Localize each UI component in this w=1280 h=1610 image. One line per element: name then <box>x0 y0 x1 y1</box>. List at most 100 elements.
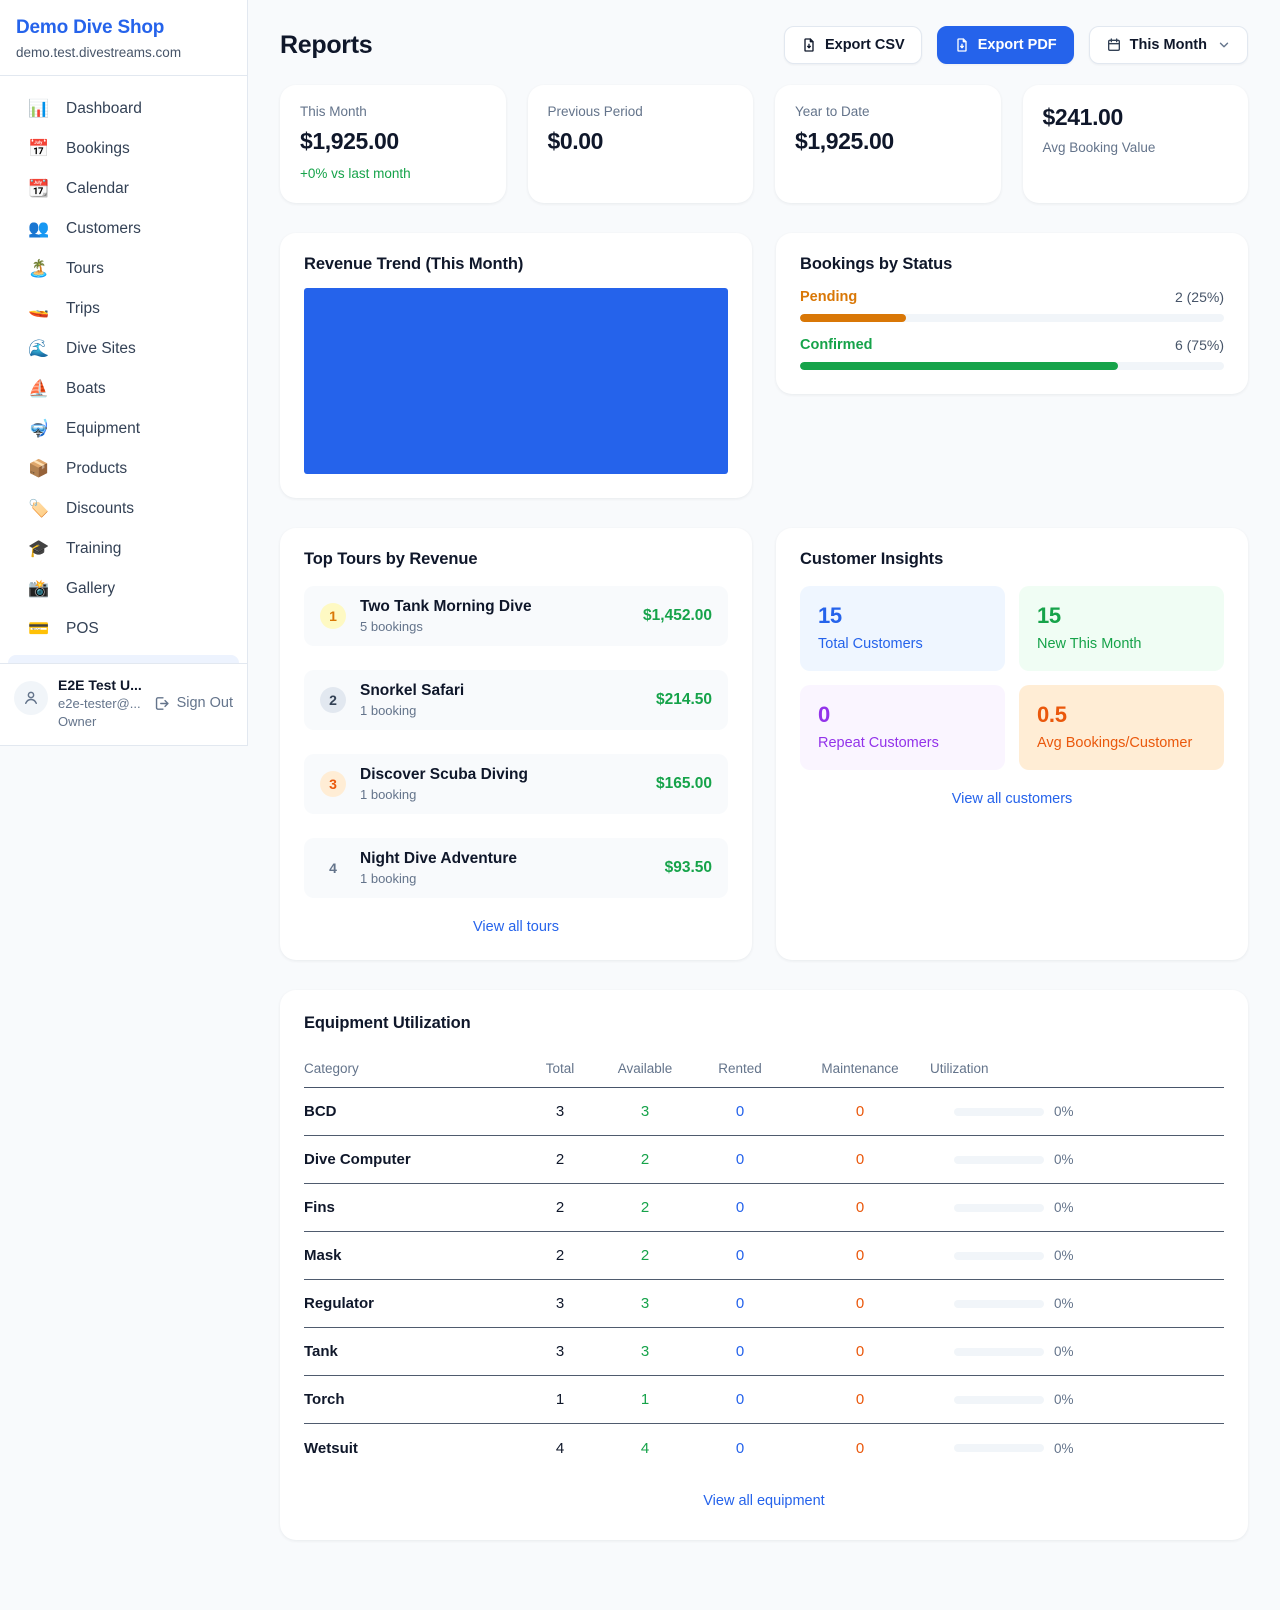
sidebar-item-discounts[interactable]: 🏷️Discounts <box>8 489 239 529</box>
export-pdf-label: Export PDF <box>978 37 1057 53</box>
discounts-icon: 🏷️ <box>28 499 50 519</box>
sign-out-label: Sign Out <box>177 695 233 711</box>
sidebar-item-label: Dashboard <box>66 100 142 118</box>
sidebar-item-tours[interactable]: 🏝️Tours <box>8 249 239 289</box>
customers-icon: 👥 <box>28 219 50 239</box>
status-row-confirmed: Confirmed6 (75%) <box>800 337 1224 370</box>
period-dropdown[interactable]: This Month <box>1089 26 1248 64</box>
sidebar-item-equipment[interactable]: 🤿Equipment <box>8 409 239 449</box>
cell-utilization: 0% <box>930 1392 1224 1407</box>
cell-maintenance: 0 <box>790 1199 930 1216</box>
sidebar-item-label: Gallery <box>66 580 115 598</box>
sidebar-item-dive-sites[interactable]: 🌊Dive Sites <box>8 329 239 369</box>
cell-rented: 0 <box>690 1103 790 1120</box>
table-row: Tank33000% <box>304 1328 1224 1376</box>
page-title: Reports <box>280 31 372 60</box>
cell-available: 3 <box>600 1103 690 1120</box>
cell-maintenance: 0 <box>790 1440 930 1457</box>
bookings-by-status-title: Bookings by Status <box>800 255 1224 274</box>
utilization-track <box>954 1108 1044 1116</box>
insight-label: Repeat Customers <box>818 735 987 751</box>
stat-delta: +0% vs last month <box>300 166 486 181</box>
user-name: E2E Test U... <box>58 677 142 693</box>
sidebar-item-pos[interactable]: 💳POS <box>8 609 239 649</box>
stats-row: This Month$1,925.00+0% vs last monthPrev… <box>280 85 1248 203</box>
sidebar-item-boats[interactable]: ⛵Boats <box>8 369 239 409</box>
utilization-track <box>954 1444 1044 1452</box>
stat-label: Previous Period <box>548 104 734 119</box>
boats-icon: ⛵ <box>28 379 50 399</box>
cell-maintenance: 0 <box>790 1391 930 1408</box>
view-all-tours-link[interactable]: View all tours <box>473 919 559 935</box>
cell-available: 3 <box>600 1295 690 1312</box>
cell-maintenance: 0 <box>790 1151 930 1168</box>
cell-utilization: 0% <box>930 1200 1224 1215</box>
revenue-trend-title: Revenue Trend (This Month) <box>304 255 728 274</box>
cell-category: Dive Computer <box>304 1151 520 1168</box>
sidebar-item-products[interactable]: 📦Products <box>8 449 239 489</box>
sidebar-item-bookings[interactable]: 📅 Bookings <box>8 129 239 169</box>
tour-info: Snorkel Safari 1 booking <box>360 682 464 718</box>
column-header-available: Available <box>600 1061 690 1076</box>
view-all-equipment-link[interactable]: View all equipment <box>703 1493 824 1509</box>
cell-category: Fins <box>304 1199 520 1216</box>
sign-out-button[interactable]: Sign Out <box>153 695 233 712</box>
status-progress-fill <box>800 362 1118 370</box>
sidebar-item-training[interactable]: 🎓 Training <box>8 529 239 569</box>
cell-available: 2 <box>600 1151 690 1168</box>
sidebar-item-gallery[interactable]: 📸Gallery <box>8 569 239 609</box>
insight-tiles: 15Total Customers15New This Month0Repeat… <box>800 586 1224 770</box>
file-download-icon <box>801 37 817 53</box>
sidebar-item-trips[interactable]: 🚤Trips <box>8 289 239 329</box>
cell-category: Regulator <box>304 1295 520 1312</box>
header-actions: Export CSV Export PDF This Month <box>784 26 1248 64</box>
table-row: Torch11000% <box>304 1376 1224 1424</box>
tour-row-night-dive-adventure: 4Night Dive Adventure1 booking$93.50 <box>304 838 728 898</box>
utilization-track <box>954 1204 1044 1212</box>
rank-badge: 1 <box>320 603 346 629</box>
cell-available: 2 <box>600 1199 690 1216</box>
tour-bookings: 5 bookings <box>360 619 532 634</box>
cell-rented: 0 <box>690 1199 790 1216</box>
cell-utilization: 0% <box>930 1344 1224 1359</box>
stat-value: $0.00 <box>548 128 734 155</box>
cell-maintenance: 0 <box>790 1103 930 1120</box>
tour-name: Snorkel Safari <box>360 682 464 700</box>
table-row: Mask22000% <box>304 1232 1224 1280</box>
status-label: Pending <box>800 289 857 305</box>
person-icon <box>22 689 40 707</box>
tour-info: Discover Scuba Diving1 booking <box>360 766 528 802</box>
sidebar-item-dashboard[interactable]: 📊Dashboard <box>8 89 239 129</box>
status-progress-track <box>800 362 1224 370</box>
user-role: Owner <box>58 714 142 729</box>
top-tours-title: Top Tours by Revenue <box>304 550 728 569</box>
calendar-icon <box>1106 37 1122 53</box>
sidebar-nav: 📊Dashboard 📅 Bookings 📆Calendar👥Customers🏝️… <box>0 76 247 649</box>
training-icon: 🎓 <box>28 539 50 559</box>
sidebar-item-customers[interactable]: 👥Customers <box>8 209 239 249</box>
column-header-category: Category <box>304 1061 520 1076</box>
tour-amount: $1,452.00 <box>643 607 712 625</box>
revenue-trend-chart <box>304 288 728 474</box>
cell-utilization: 0% <box>930 1296 1224 1311</box>
bookings-icon: 📅 <box>28 139 50 159</box>
brand-domain: demo.test.divestreams.com <box>16 45 231 60</box>
tour-row-discover-scuba-diving: 3Discover Scuba Diving1 booking$165.00 <box>304 754 728 814</box>
sidebar-item-reports-active-partial[interactable] <box>8 655 239 663</box>
sidebar-item-label: POS <box>66 620 99 638</box>
insight-tile-total-customers: 15Total Customers <box>800 586 1005 671</box>
sidebar-item-label: Bookings <box>66 140 130 158</box>
tour-row-two-tank-morning-dive: 1 Two Tank Morning Dive5 bookings $1,452.0… <box>304 586 728 646</box>
tour-bookings: 1 booking <box>360 703 464 718</box>
export-pdf-button[interactable]: Export PDF <box>937 26 1074 64</box>
sidebar-item-calendar[interactable]: 📆Calendar <box>8 169 239 209</box>
sidebar-item-label: Training <box>66 540 121 558</box>
cell-total: 3 <box>520 1343 600 1360</box>
tour-name: Night Dive Adventure <box>360 850 517 868</box>
view-all-customers-link[interactable]: View all customers <box>952 791 1073 807</box>
utilization-track <box>954 1396 1044 1404</box>
tour-info: Two Tank Morning Dive5 bookings <box>360 598 532 634</box>
export-csv-button[interactable]: Export CSV <box>784 26 922 64</box>
table-row: Dive Computer22000% <box>304 1136 1224 1184</box>
lists-row: Top Tours by Revenue 1 Two Tank Morning D… <box>280 528 1248 960</box>
